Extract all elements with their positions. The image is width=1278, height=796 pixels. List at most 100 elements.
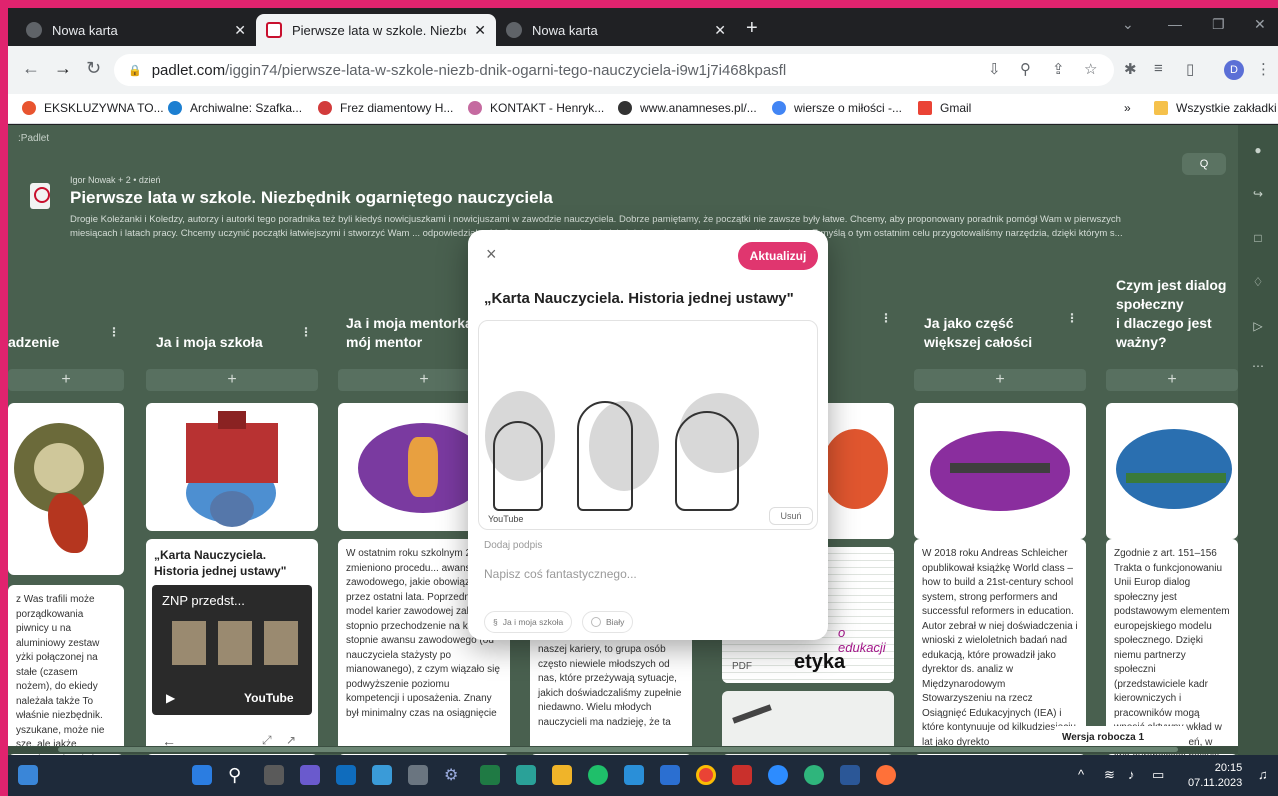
new-tab-plus-icon[interactable]: + — [746, 17, 758, 40]
all-bookmarks[interactable]: Wszystkie zakładki — [1154, 101, 1277, 115]
widgets-icon[interactable] — [18, 765, 38, 785]
post-body-input[interactable]: Napisz coś fantastycznego... — [484, 567, 637, 581]
bookmarks-bar: EKSKLUZYWNA TO... Archiwalne: Szafka... … — [8, 94, 1278, 124]
close-tab-icon[interactable]: ✕ — [474, 22, 486, 39]
menu-dots-icon[interactable]: ⋮ — [1256, 60, 1271, 78]
calculator-icon[interactable] — [408, 765, 428, 785]
bookmark-item[interactable]: EKSKLUZYWNA TO... — [22, 101, 164, 115]
search-icon[interactable]: ⚲ — [228, 765, 248, 785]
browser-toolbar: ← → ↻ 🔒 padlet.com/iggin74/pierwsze-lata… — [8, 46, 1278, 94]
bookmark-item[interactable]: Frez diamentowy H... — [318, 101, 453, 115]
edit-post-modal: × Aktualizuj „Karta Nauczyciela. Histori… — [468, 230, 828, 640]
office-icon[interactable] — [732, 765, 752, 785]
bookmark-favicon-icon — [318, 101, 332, 115]
teams-icon[interactable] — [300, 765, 320, 785]
minimize-icon[interactable]: — — [1168, 16, 1182, 32]
forward-arrow-icon[interactable]: → — [54, 58, 72, 79]
windows-taskbar: ⚲ ⚙ ^ ≋ ♪ ▭ 20:15 07.11.2023 ♫ — [8, 755, 1278, 796]
color-swatch-icon — [591, 617, 601, 627]
notification-bell-icon[interactable]: ♫ — [1258, 767, 1268, 782]
reload-icon[interactable]: ↻ — [86, 58, 101, 79]
bookmark-item[interactable]: Gmail — [918, 101, 971, 115]
address-bar[interactable]: 🔒 padlet.com/iggin74/pierwsze-lata-w-szk… — [114, 54, 1114, 86]
bookmark-item[interactable]: Archiwalne: Szafka... — [168, 101, 302, 115]
settings-gear-icon[interactable]: ⚙ — [444, 765, 464, 785]
bookmark-item[interactable]: www.anamneses.pl/... — [618, 101, 757, 115]
store-icon[interactable] — [516, 765, 536, 785]
calendar-icon[interactable] — [624, 765, 644, 785]
tab-new-1[interactable]: Nowa karta ✕ — [16, 14, 256, 46]
tab-padlet[interactable]: Pierwsze lata w szkole. Niezbędn ✕ — [256, 14, 496, 46]
bookmark-favicon-icon — [618, 101, 632, 115]
tab-new-2[interactable]: Nowa karta ✕ — [496, 14, 736, 46]
doctor-sketch-icon — [493, 421, 543, 511]
tab-search-chevron-icon[interactable]: ⌄ — [1122, 16, 1134, 33]
tab-strip: Nowa karta ✕ Pierwsze lata w szkole. Nie… — [8, 8, 1278, 46]
lock-icon: 🔒 — [128, 64, 142, 77]
install-app-icon[interactable]: ⇩ — [988, 60, 1001, 78]
word-icon[interactable] — [840, 765, 860, 785]
new-tab-icon — [26, 22, 42, 38]
padlet-right-rail: ● ↪ □ ♢ ▷ ⋯ — [1238, 125, 1278, 755]
chrome-icon[interactable] — [696, 765, 716, 785]
extensions-icon[interactable]: ✱ — [1124, 60, 1137, 78]
close-tab-icon[interactable]: ✕ — [714, 22, 726, 39]
column-chip[interactable]: § Ja i moja szkoła — [484, 611, 573, 633]
gmail-icon — [918, 101, 932, 115]
bookmark-favicon-icon — [168, 101, 182, 115]
scrollbar-thumb[interactable] — [58, 747, 1178, 752]
wifi-icon[interactable]: ≋ — [1104, 767, 1115, 783]
section-icon: § — [493, 617, 498, 627]
file-explorer-icon[interactable] — [552, 765, 572, 785]
system-clock[interactable]: 20:15 07.11.2023 — [1188, 761, 1242, 791]
notifications-icon[interactable]: ♢ — [1250, 275, 1266, 291]
horizontal-scrollbar[interactable] — [8, 746, 1238, 754]
share-icon[interactable]: ⇪ — [1052, 60, 1065, 78]
battery-icon[interactable]: ▭ — [1152, 767, 1164, 783]
update-button[interactable]: Aktualizuj — [738, 242, 818, 270]
slideshow-icon[interactable]: ▷ — [1250, 319, 1266, 335]
color-chip[interactable]: Biały — [582, 611, 634, 633]
video-attachment[interactable]: YouTube Usuń — [478, 320, 818, 530]
phone-link-icon[interactable] — [660, 765, 680, 785]
task-view-icon[interactable] — [264, 765, 284, 785]
firefox-icon[interactable] — [876, 765, 896, 785]
bookmark-favicon-icon — [22, 101, 36, 115]
side-panel-icon[interactable]: ▯ — [1186, 60, 1194, 78]
zoom-icon[interactable]: ⚲ — [1020, 60, 1031, 78]
tray-chevron-icon[interactable]: ^ — [1078, 767, 1084, 782]
edge-icon[interactable] — [804, 765, 824, 785]
outlook-icon[interactable] — [336, 765, 356, 785]
remake-icon[interactable]: □ — [1250, 231, 1266, 247]
more-bookmarks-icon[interactable]: » — [1124, 101, 1131, 115]
share-icon[interactable]: ↪ — [1250, 187, 1266, 203]
modal-overlay: × Aktualizuj „Karta Nauczyciela. Histori… — [8, 125, 1238, 755]
znp-favicon-icon — [266, 22, 282, 38]
close-tab-icon[interactable]: ✕ — [234, 22, 246, 39]
bookmark-star-icon[interactable]: ☆ — [1084, 60, 1097, 78]
grammarly-icon[interactable] — [588, 765, 608, 785]
more-icon[interactable]: ⋯ — [1250, 359, 1266, 375]
close-window-icon[interactable]: ✕ — [1254, 16, 1266, 33]
bookmark-item[interactable]: KONTAKT - Henryk... — [468, 101, 604, 115]
noble-sketch-icon — [675, 411, 739, 511]
zoom-icon[interactable] — [768, 765, 788, 785]
photos-icon[interactable] — [372, 765, 392, 785]
account-icon[interactable]: ● — [1250, 143, 1266, 159]
volume-icon[interactable]: ♪ — [1128, 767, 1135, 782]
close-icon[interactable]: × — [486, 244, 497, 265]
excel-icon[interactable] — [480, 765, 500, 785]
add-caption[interactable]: Dodaj podpis — [484, 540, 542, 551]
profile-avatar[interactable]: D — [1224, 60, 1244, 80]
bookmark-favicon-icon — [468, 101, 482, 115]
reading-list-icon[interactable]: ≡ — [1154, 60, 1163, 77]
start-icon[interactable] — [192, 765, 212, 785]
remove-attachment-button[interactable]: Usuń — [769, 507, 813, 525]
bookmark-favicon-icon — [772, 101, 786, 115]
folder-icon — [1154, 101, 1168, 115]
post-title[interactable]: „Karta Nauczyciela. Historia jednej usta… — [484, 290, 794, 307]
back-arrow-icon[interactable]: ← — [22, 58, 40, 79]
new-tab-icon — [506, 22, 522, 38]
bookmark-item[interactable]: wiersze o miłości -... — [772, 101, 902, 115]
maximize-icon[interactable]: ❐ — [1212, 16, 1225, 33]
